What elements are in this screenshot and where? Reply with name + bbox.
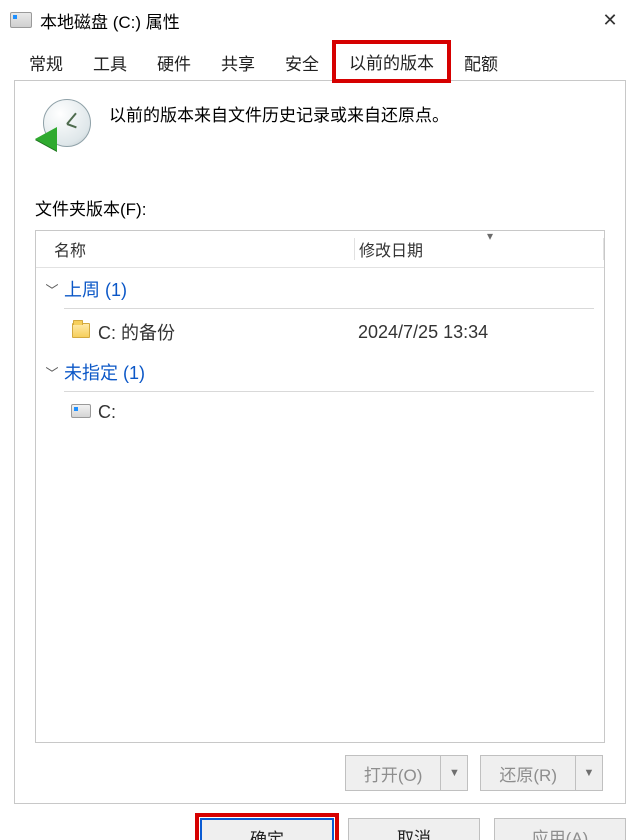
restore-clock-icon [35,99,91,155]
restore-button-label: 还原(R) [481,756,576,790]
action-row: 打开(O) ▼ 还原(R) ▼ [35,743,605,793]
list-body: ﹀ 上周 (1) C: 的备份 2024/7/25 13:34 ﹀ 未指定 (1… [36,268,604,742]
column-date[interactable]: 修改日期 ▾ [355,237,603,261]
window-title: 本地磁盘 (C:) 属性 [40,8,590,33]
group-unspecified[interactable]: ﹀ 未指定 (1) [36,351,604,391]
titlebar: 本地磁盘 (C:) 属性 ✕ [0,0,640,40]
sort-caret-icon: ▾ [487,230,493,243]
group-label: 未指定 (1) [64,359,145,385]
drive-icon [70,402,92,423]
drive-icon [10,12,32,28]
intro-text: 以前的版本来自文件历史记录或来自还原点。 [109,99,449,126]
folder-icon [70,322,92,343]
close-button[interactable]: ✕ [590,5,630,35]
item-name: C: [98,402,358,423]
group-last-week[interactable]: ﹀ 上周 (1) [36,268,604,308]
tab-quota[interactable]: 配额 [449,43,513,81]
tab-sharing[interactable]: 共享 [206,43,270,81]
tab-strip: 常规 工具 硬件 共享 安全 以前的版本 配额 [0,40,640,80]
tab-tools[interactable]: 工具 [78,43,142,81]
tab-panel: 以前的版本来自文件历史记录或来自还原点。 文件夹版本(F): 名称 修改日期 ▾… [14,80,626,804]
column-date-label: 修改日期 [359,243,423,260]
dropdown-caret-icon[interactable]: ▼ [441,756,467,790]
item-date: 2024/7/25 13:34 [358,322,596,343]
list-label: 文件夹版本(F): [35,195,605,220]
tab-previous-versions[interactable]: 以前的版本 [334,42,449,81]
tab-hardware[interactable]: 硬件 [142,43,206,81]
version-list: 名称 修改日期 ▾ ﹀ 上周 (1) C: 的备份 2024/7/25 13:3… [35,230,605,743]
intro-row: 以前的版本来自文件历史记录或来自还原点。 [35,99,605,155]
ok-button[interactable]: 确定 [200,818,334,840]
dialog-buttons: 确定 取消 应用(A) [0,804,640,840]
chevron-down-icon: ﹀ [44,363,60,382]
group-label: 上周 (1) [64,276,127,302]
open-button[interactable]: 打开(O) ▼ [345,755,469,791]
tab-general[interactable]: 常规 [14,43,78,81]
tab-security[interactable]: 安全 [270,43,334,81]
item-name: C: 的备份 [98,319,358,345]
column-name[interactable]: 名称 [36,237,354,261]
chevron-down-icon: ﹀ [44,280,60,299]
open-button-label: 打开(O) [346,756,442,790]
close-icon: ✕ [602,10,617,31]
list-item[interactable]: C: [36,396,604,429]
cancel-button[interactable]: 取消 [348,818,480,840]
apply-button[interactable]: 应用(A) [494,818,626,840]
list-header: 名称 修改日期 ▾ [36,231,604,268]
dropdown-caret-icon[interactable]: ▼ [576,756,602,790]
list-item[interactable]: C: 的备份 2024/7/25 13:34 [36,313,604,351]
restore-button[interactable]: 还原(R) ▼ [480,755,603,791]
